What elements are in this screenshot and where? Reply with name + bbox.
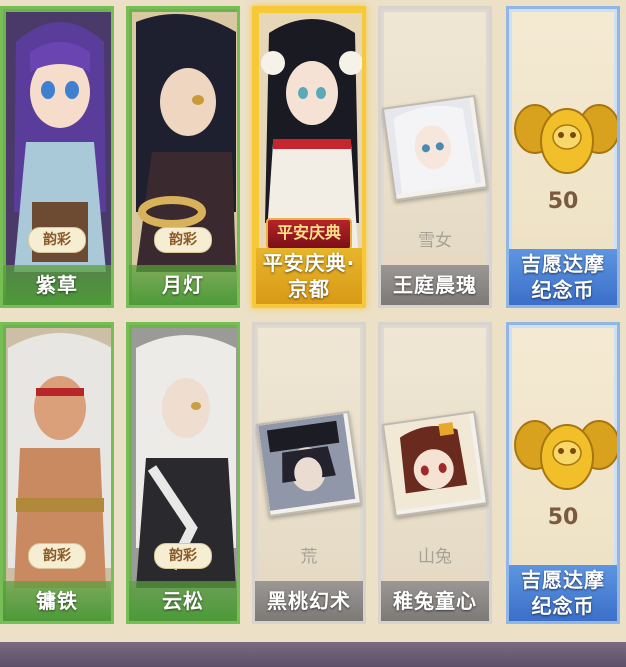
portrait-icon xyxy=(381,410,489,518)
card-name: 月灯 xyxy=(129,265,237,305)
item-card-zhitu-tongxin[interactable]: 山兔 稚兔童心 xyxy=(378,322,492,624)
card-name: 镛铁 xyxy=(3,581,111,621)
skin-card-heian-kyoto[interactable]: 平安庆典 平安庆典· 京都 xyxy=(252,6,366,308)
card-name: 吉愿达摩 纪念币 xyxy=(509,249,617,305)
owner-name: 荒 xyxy=(300,547,318,567)
card-name: 王庭晨瑰 xyxy=(381,265,489,305)
daruma-coin-icon xyxy=(514,420,617,490)
character-art xyxy=(132,12,237,305)
item-card-wangting-chengui[interactable]: 雪女 王庭晨瑰 xyxy=(378,6,492,308)
portrait-icon xyxy=(381,94,489,202)
skin-card-yunsong[interactable]: 韵彩 云松 xyxy=(126,322,240,624)
card-name: 云松 xyxy=(129,581,237,621)
reward-grid: 韵彩 紫草 韵彩 月灯 平安庆典 平安庆典· 京都 雪女 王庭晨瑰 50 吉愿达… xyxy=(0,0,626,642)
rhyme-color-badge: 韵彩 xyxy=(28,227,86,253)
owner-name: 山兔 xyxy=(418,547,452,567)
coin-card-daruma[interactable]: 50 吉愿达摩 纪念币 xyxy=(506,322,620,624)
owner-name: 雪女 xyxy=(418,231,452,251)
card-name: 紫草 xyxy=(3,265,111,305)
skin-card-yongtie[interactable]: 韵彩 镛铁 xyxy=(0,322,114,624)
coin-count: 50 xyxy=(547,189,579,214)
character-art xyxy=(6,328,111,621)
daruma-coin-icon xyxy=(514,104,617,174)
card-name: 稚兔童心 xyxy=(381,581,489,621)
coin-count: 50 xyxy=(547,505,579,530)
card-name: 平安庆典· 京都 xyxy=(256,248,362,304)
rhyme-color-badge: 韵彩 xyxy=(154,543,212,569)
skin-card-yuedeng[interactable]: 韵彩 月灯 xyxy=(126,6,240,308)
portrait-icon xyxy=(255,410,363,518)
card-name: 黑桃幻术 xyxy=(255,581,363,621)
skin-card-zicao[interactable]: 韵彩 紫草 xyxy=(0,6,114,308)
character-art xyxy=(6,12,111,305)
rhyme-color-badge: 韵彩 xyxy=(154,227,212,253)
bottom-strip xyxy=(0,642,626,667)
character-art xyxy=(132,328,237,621)
coin-card-daruma[interactable]: 50 吉愿达摩 纪念币 xyxy=(506,6,620,308)
rhyme-color-badge: 韵彩 xyxy=(28,543,86,569)
card-name: 吉愿达摩 纪念币 xyxy=(509,565,617,621)
event-banner: 平安庆典 xyxy=(266,218,352,250)
item-card-heitao-huanshu[interactable]: 荒 黑桃幻术 xyxy=(252,322,366,624)
